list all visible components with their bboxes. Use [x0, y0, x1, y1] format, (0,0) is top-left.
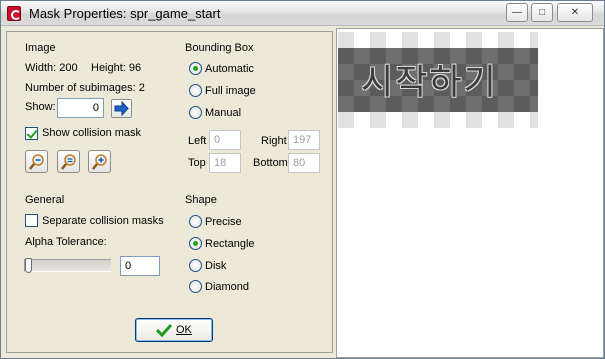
close-button[interactable]: ✕ [557, 3, 593, 22]
ok-button[interactable]: OK [135, 318, 213, 342]
shape-disk-radio[interactable] [189, 259, 202, 272]
properties-panel: Image Width: 200 Height: 96 Number of su… [6, 31, 333, 353]
alpha-tolerance-label: Alpha Tolerance: [25, 236, 107, 248]
bbox-right-label: Right [261, 135, 287, 147]
ok-button-label: OK [176, 324, 192, 336]
separate-collision-masks-checkbox[interactable] [25, 214, 38, 227]
shape-precise-label: Precise [205, 216, 242, 228]
shape-diamond-label: Diamond [205, 281, 250, 293]
show-label: Show: [25, 101, 56, 113]
separate-collision-masks-label: Separate collision masks [42, 215, 164, 227]
bbox-automatic-radio[interactable] [189, 62, 202, 75]
subimages-count: Number of subimages: 2 [25, 82, 145, 94]
shape-disk-label: Disk [205, 260, 227, 272]
zoom-reset-button[interactable] [57, 150, 80, 173]
bbox-bottom-field[interactable]: 80 [288, 153, 320, 173]
shape-diamond-radio[interactable] [189, 280, 202, 293]
bbox-manual-radio[interactable] [189, 106, 202, 119]
sprite-preview-panel[interactable]: 시작하기 [336, 28, 604, 358]
shape-rectangle-label: Rectangle [205, 238, 255, 250]
zoom-out-icon [29, 154, 44, 170]
alpha-tolerance-slider-track[interactable] [24, 259, 111, 272]
shape-precise-radio[interactable] [189, 215, 202, 228]
zoom-in-icon [92, 154, 107, 170]
zoom-reset-icon [61, 154, 76, 170]
alpha-tolerance-field[interactable]: 0 [120, 256, 160, 276]
image-height: Height: 96 [91, 62, 142, 74]
general-heading: General [25, 194, 65, 206]
bbox-top-label: Top [188, 157, 206, 169]
bbox-right-field[interactable]: 197 [288, 130, 320, 150]
transparency-checker-top [338, 32, 538, 48]
zoom-out-button[interactable] [25, 150, 48, 173]
mask-properties-window: Mask Properties: spr_game_start — □ ✕ Im… [0, 0, 605, 359]
bbox-full-image-label: Full image [205, 85, 256, 97]
transparency-checker-bottom [338, 112, 538, 128]
window-title: Mask Properties: spr_game_start [29, 6, 221, 21]
show-collision-mask-label: Show collision mask [42, 127, 142, 139]
bbox-left-label: Left [188, 135, 207, 147]
bbox-manual-label: Manual [205, 107, 242, 119]
show-next-button[interactable] [111, 99, 132, 118]
right-arrow-icon [114, 100, 129, 117]
bbox-left-field[interactable]: 0 [209, 130, 241, 150]
image-heading: Image [25, 42, 56, 54]
show-collision-mask-checkbox[interactable] [25, 127, 38, 140]
checkmark-icon [156, 323, 172, 337]
image-width: Width: 200 [25, 62, 78, 74]
shape-rectangle-radio[interactable] [189, 237, 202, 250]
bbox-bottom-label: Bottom [253, 157, 288, 169]
bbox-automatic-label: Automatic [205, 63, 254, 75]
zoom-in-button[interactable] [88, 150, 111, 173]
alpha-tolerance-slider-thumb[interactable] [25, 258, 32, 273]
shape-heading: Shape [185, 194, 217, 206]
minimize-button[interactable]: — [506, 3, 528, 22]
bbox-top-field[interactable]: 18 [209, 153, 241, 173]
title-bar[interactable]: Mask Properties: spr_game_start — □ ✕ [1, 1, 604, 26]
collision-mask-overlay [338, 48, 538, 112]
gamemaker-app-icon [7, 6, 21, 21]
bbox-full-image-radio[interactable] [189, 84, 202, 97]
bounding-box-heading: Bounding Box [185, 42, 254, 54]
show-subimage-field[interactable]: 0 [57, 98, 104, 118]
maximize-button[interactable]: □ [531, 3, 553, 22]
